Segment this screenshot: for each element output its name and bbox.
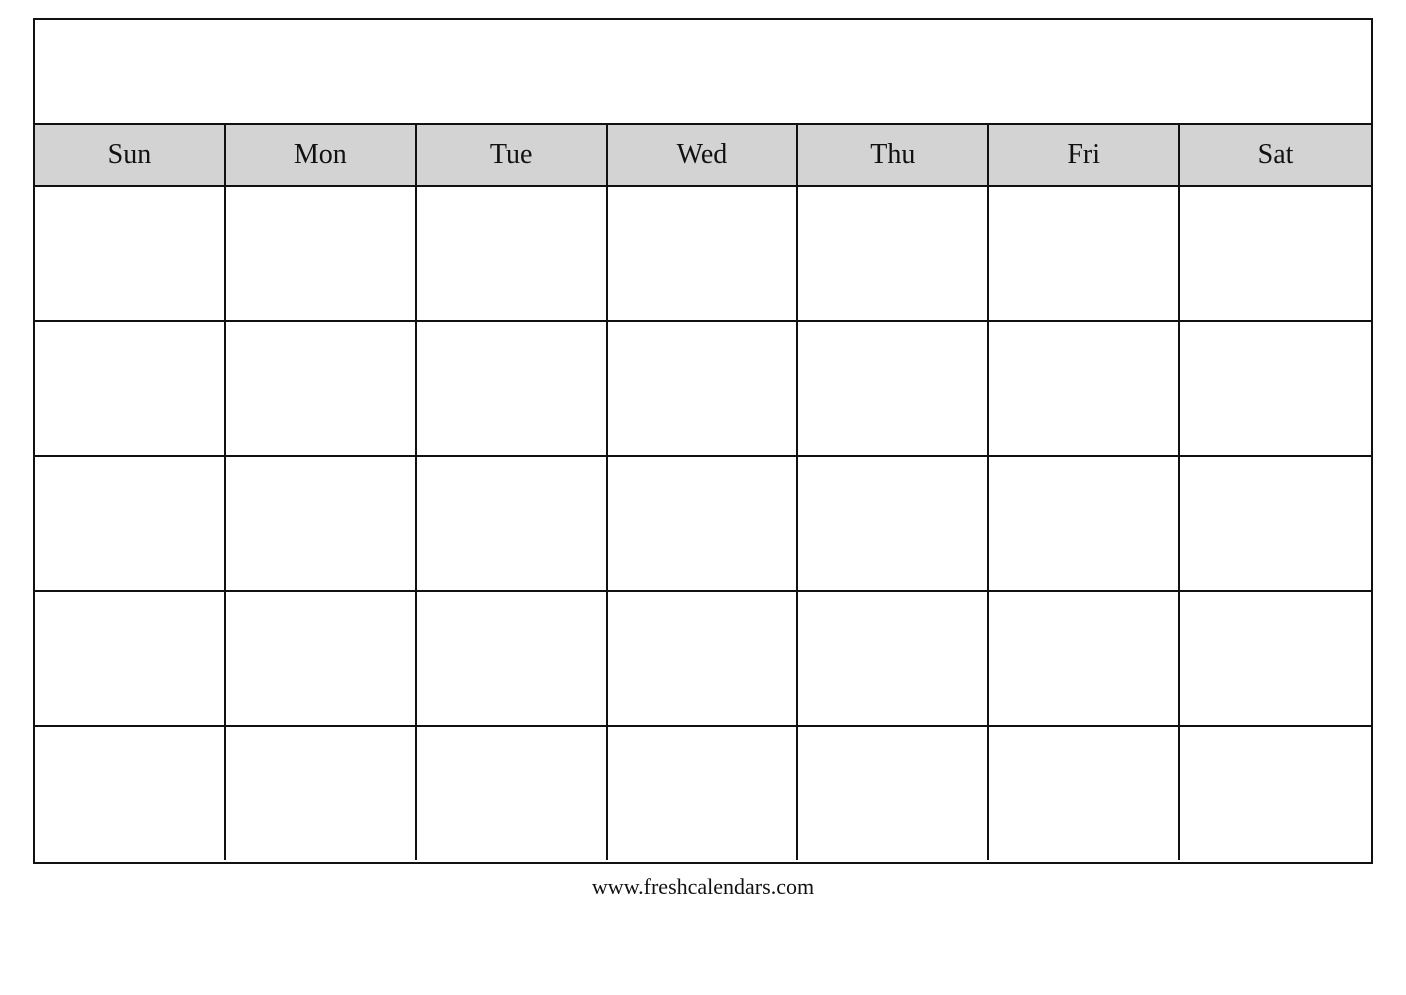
calendar: Sun Mon Tue Wed Thu Fri Sat xyxy=(33,18,1373,864)
header-thu: Thu xyxy=(798,125,989,185)
cell-3-7[interactable] xyxy=(1180,457,1371,590)
calendar-row-2 xyxy=(35,322,1371,457)
calendar-title-area xyxy=(35,20,1371,125)
calendar-row-4 xyxy=(35,592,1371,727)
cell-5-3[interactable] xyxy=(417,727,608,860)
cell-3-2[interactable] xyxy=(226,457,417,590)
calendar-row-5 xyxy=(35,727,1371,862)
cell-5-5[interactable] xyxy=(798,727,989,860)
cell-4-4[interactable] xyxy=(608,592,799,725)
cell-4-5[interactable] xyxy=(798,592,989,725)
cell-1-5[interactable] xyxy=(798,187,989,320)
cell-3-4[interactable] xyxy=(608,457,799,590)
cell-5-1[interactable] xyxy=(35,727,226,860)
cell-3-1[interactable] xyxy=(35,457,226,590)
header-fri: Fri xyxy=(989,125,1180,185)
cell-2-3[interactable] xyxy=(417,322,608,455)
cell-3-6[interactable] xyxy=(989,457,1180,590)
cell-1-1[interactable] xyxy=(35,187,226,320)
cell-4-7[interactable] xyxy=(1180,592,1371,725)
cell-2-1[interactable] xyxy=(35,322,226,455)
cell-2-2[interactable] xyxy=(226,322,417,455)
cell-4-2[interactable] xyxy=(226,592,417,725)
header-wed: Wed xyxy=(608,125,799,185)
cell-2-6[interactable] xyxy=(989,322,1180,455)
cell-1-3[interactable] xyxy=(417,187,608,320)
cell-5-4[interactable] xyxy=(608,727,799,860)
calendar-row-1 xyxy=(35,187,1371,322)
cell-2-7[interactable] xyxy=(1180,322,1371,455)
cell-2-4[interactable] xyxy=(608,322,799,455)
header-sat: Sat xyxy=(1180,125,1371,185)
header-mon: Mon xyxy=(226,125,417,185)
cell-4-1[interactable] xyxy=(35,592,226,725)
cell-3-5[interactable] xyxy=(798,457,989,590)
cell-5-2[interactable] xyxy=(226,727,417,860)
cell-4-6[interactable] xyxy=(989,592,1180,725)
cell-1-4[interactable] xyxy=(608,187,799,320)
cell-5-6[interactable] xyxy=(989,727,1180,860)
cell-1-6[interactable] xyxy=(989,187,1180,320)
cell-2-5[interactable] xyxy=(798,322,989,455)
footer-url: www.freshcalendars.com xyxy=(592,874,814,900)
cell-1-7[interactable] xyxy=(1180,187,1371,320)
cell-5-7[interactable] xyxy=(1180,727,1371,860)
cell-1-2[interactable] xyxy=(226,187,417,320)
cell-3-3[interactable] xyxy=(417,457,608,590)
calendar-body xyxy=(35,187,1371,862)
header-sun: Sun xyxy=(35,125,226,185)
cell-4-3[interactable] xyxy=(417,592,608,725)
header-tue: Tue xyxy=(417,125,608,185)
calendar-row-3 xyxy=(35,457,1371,592)
calendar-header: Sun Mon Tue Wed Thu Fri Sat xyxy=(35,125,1371,187)
